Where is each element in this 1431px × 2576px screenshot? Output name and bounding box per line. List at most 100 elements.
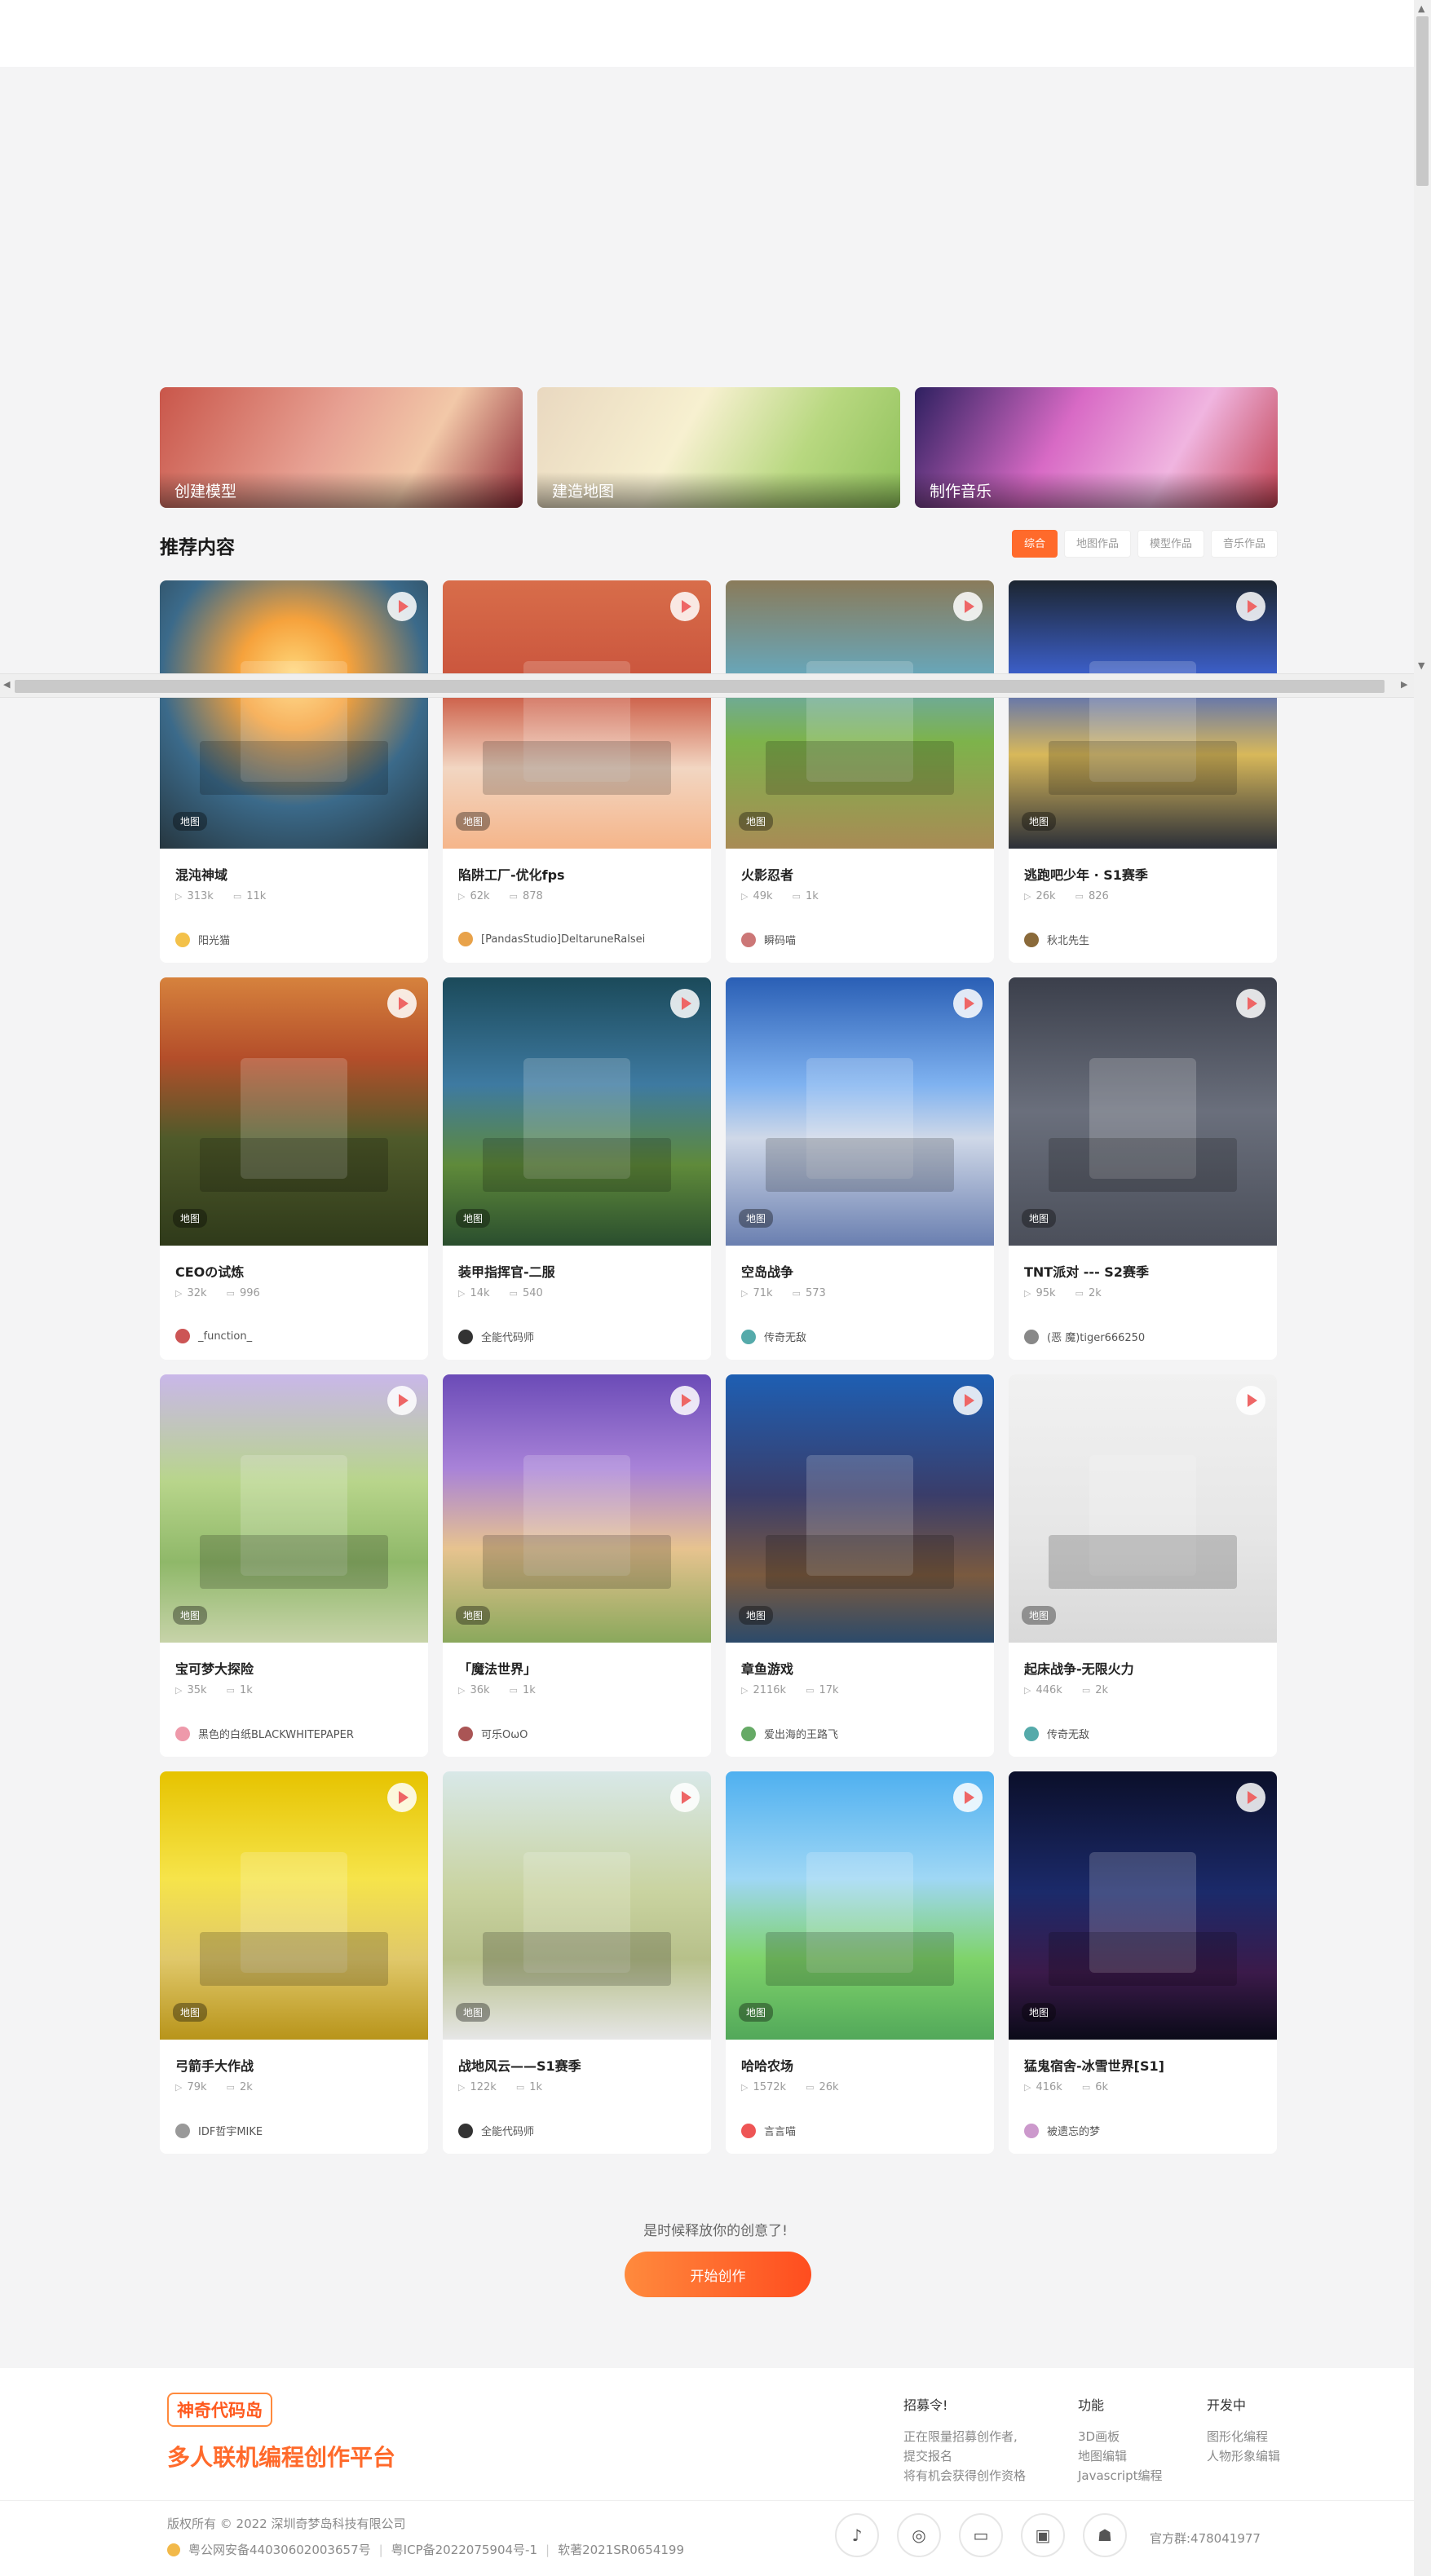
card-author[interactable]: _function_ bbox=[175, 1329, 252, 1343]
card-title[interactable]: 章鱼游戏 bbox=[741, 1658, 793, 1678]
card-thumbnail[interactable]: 地图 bbox=[160, 1374, 428, 1643]
content-card[interactable]: 地图 陷阱工厂-优化fps ▷ 62k ▭ 878 [PandasStudio]… bbox=[443, 580, 711, 963]
play-icon[interactable] bbox=[953, 1783, 983, 1812]
content-card[interactable]: 地图 TNT派对 --- S2赛季 ▷ 95k ▭ 2k (恶 魔)tiger6… bbox=[1009, 977, 1277, 1360]
card-title[interactable]: 火影忍者 bbox=[741, 864, 793, 884]
card-author[interactable]: 爱出海的王路飞 bbox=[741, 1726, 838, 1741]
card-thumbnail[interactable]: 地图 bbox=[443, 977, 711, 1246]
play-icon[interactable] bbox=[387, 1386, 417, 1415]
play-icon[interactable] bbox=[1236, 592, 1265, 621]
footer-link[interactable]: 图形化编程 bbox=[1207, 2427, 1280, 2446]
qq-penguin-icon[interactable]: ☗ bbox=[1083, 2513, 1127, 2557]
card-author[interactable]: 传奇无敌 bbox=[1024, 1726, 1089, 1741]
card-title[interactable]: 逃跑吧少年 · S1赛季 bbox=[1024, 864, 1148, 884]
filter-tab-models[interactable]: 模型作品 bbox=[1137, 530, 1205, 558]
chat-bubble-icon[interactable]: ▭ bbox=[959, 2513, 1003, 2557]
content-card[interactable]: 地图 空岛战争 ▷ 71k ▭ 573 传奇无敌 bbox=[726, 977, 994, 1360]
card-thumbnail[interactable]: 地图 bbox=[160, 1771, 428, 2040]
card-title[interactable]: 装甲指挥官-二服 bbox=[458, 1261, 555, 1281]
play-icon[interactable] bbox=[670, 592, 700, 621]
card-title[interactable]: 「魔法世界」 bbox=[458, 1658, 537, 1678]
card-thumbnail[interactable]: 地图 bbox=[726, 977, 994, 1246]
play-icon[interactable] bbox=[953, 592, 983, 621]
qq-group-number[interactable]: 官方群:478041977 bbox=[1150, 2530, 1261, 2547]
start-creating-button[interactable]: 开始创作 bbox=[625, 2252, 811, 2297]
footer-link[interactable]: 地图编辑 bbox=[1078, 2446, 1162, 2466]
play-icon[interactable] bbox=[670, 989, 700, 1018]
wechat-icon[interactable]: ◎ bbox=[897, 2513, 941, 2557]
filter-tab-maps[interactable]: 地图作品 bbox=[1064, 530, 1132, 558]
card-thumbnail[interactable]: 地图 bbox=[726, 1771, 994, 2040]
card-author[interactable]: [PandasStudio]DeltaruneRalsei bbox=[458, 932, 645, 946]
card-title[interactable]: 混沌神域 bbox=[175, 864, 227, 884]
build-map-banner[interactable]: 建造地图 bbox=[537, 387, 900, 508]
content-card[interactable]: 地图 宝可梦大探险 ▷ 35k ▭ 1k 黑色的白纸BLACKWHITEPAPE… bbox=[160, 1374, 428, 1757]
play-icon[interactable] bbox=[387, 592, 417, 621]
card-author[interactable]: 全能代码师 bbox=[458, 2123, 534, 2138]
card-thumbnail[interactable]: 地图 bbox=[1009, 580, 1277, 849]
content-card[interactable]: 地图 装甲指挥官-二服 ▷ 14k ▭ 540 全能代码师 bbox=[443, 977, 711, 1360]
card-thumbnail[interactable]: 地图 bbox=[1009, 1374, 1277, 1643]
play-icon[interactable] bbox=[387, 1783, 417, 1812]
scroll-right-arrow-icon[interactable]: ▶ bbox=[1401, 679, 1407, 690]
play-icon[interactable] bbox=[1236, 1783, 1265, 1812]
play-icon[interactable] bbox=[1236, 1386, 1265, 1415]
footer-link[interactable]: Javascript编程 bbox=[1078, 2466, 1162, 2486]
card-thumbnail[interactable]: 地图 bbox=[443, 1771, 711, 2040]
card-title[interactable]: 起床战争-无限火力 bbox=[1024, 1658, 1134, 1678]
content-card[interactable]: 地图 起床战争-无限火力 ▷ 446k ▭ 2k 传奇无敌 bbox=[1009, 1374, 1277, 1757]
card-thumbnail[interactable]: 地图 bbox=[160, 580, 428, 849]
police-record[interactable]: 粤公网安备44030602003657号 bbox=[188, 2541, 371, 2558]
content-card[interactable]: 地图 逃跑吧少年 · S1赛季 ▷ 26k ▭ 826 秋北先生 bbox=[1009, 580, 1277, 963]
vertical-scrollbar[interactable]: ▲ ▼ bbox=[1414, 0, 1431, 2576]
card-thumbnail[interactable]: 地图 bbox=[160, 977, 428, 1246]
play-icon[interactable] bbox=[1236, 989, 1265, 1018]
play-icon[interactable] bbox=[953, 1386, 983, 1415]
card-author[interactable]: 秋北先生 bbox=[1024, 932, 1089, 947]
card-title[interactable]: CEOの试炼 bbox=[175, 1261, 244, 1281]
card-title[interactable]: 弓箭手大作战 bbox=[175, 2055, 254, 2075]
footer-link[interactable]: 提交报名 bbox=[903, 2446, 1026, 2466]
content-card[interactable]: 地图 猛鬼宿舍-冰雪世界[S1] ▷ 416k ▭ 6k 被遗忘的梦 bbox=[1009, 1771, 1277, 2154]
card-author[interactable]: 瞬码喵 bbox=[741, 932, 796, 947]
card-author[interactable]: 阳光猫 bbox=[175, 932, 230, 947]
card-thumbnail[interactable]: 地图 bbox=[726, 1374, 994, 1643]
card-author[interactable]: (恶 魔)tiger666250 bbox=[1024, 1329, 1145, 1344]
make-music-banner[interactable]: 制作音乐 bbox=[915, 387, 1278, 508]
tiktok-icon[interactable]: ♪ bbox=[835, 2513, 879, 2557]
content-card[interactable]: 地图 章鱼游戏 ▷ 2116k ▭ 17k 爱出海的王路飞 bbox=[726, 1374, 994, 1757]
content-card[interactable]: 地图 战地风云——S1赛季 ▷ 122k ▭ 1k 全能代码师 bbox=[443, 1771, 711, 2154]
footer-link[interactable]: 人物形象编辑 bbox=[1207, 2446, 1280, 2466]
horizontal-scroll-thumb[interactable] bbox=[15, 680, 1385, 693]
content-card[interactable]: 地图 弓箭手大作战 ▷ 79k ▭ 2k IDF哲宇MIKE bbox=[160, 1771, 428, 2154]
card-thumbnail[interactable]: 地图 bbox=[1009, 977, 1277, 1246]
card-thumbnail[interactable]: 地图 bbox=[443, 1374, 711, 1643]
vertical-scroll-thumb[interactable] bbox=[1416, 16, 1429, 186]
footer-link[interactable]: 正在限量招募创作者, bbox=[903, 2427, 1026, 2446]
card-thumbnail[interactable]: 地图 bbox=[1009, 1771, 1277, 2040]
footer-link[interactable]: 3D画板 bbox=[1078, 2427, 1162, 2446]
play-icon[interactable] bbox=[387, 989, 417, 1018]
play-icon[interactable] bbox=[953, 989, 983, 1018]
card-author[interactable]: 全能代码师 bbox=[458, 1329, 534, 1344]
scroll-down-arrow-icon[interactable]: ▼ bbox=[1418, 660, 1424, 671]
card-title[interactable]: 空岛战争 bbox=[741, 1261, 793, 1281]
content-card[interactable]: 地图 「魔法世界」 ▷ 36k ▭ 1k 可乐OωO bbox=[443, 1374, 711, 1757]
play-icon[interactable] bbox=[670, 1386, 700, 1415]
scroll-up-arrow-icon[interactable]: ▲ bbox=[1418, 3, 1424, 14]
card-thumbnail[interactable]: 地图 bbox=[443, 580, 711, 849]
content-card[interactable]: 地图 哈哈农场 ▷ 1572k ▭ 26k 言言喵 bbox=[726, 1771, 994, 2154]
filter-tab-all[interactable]: 综合 bbox=[1012, 530, 1058, 558]
create-model-banner[interactable]: 创建模型 bbox=[160, 387, 523, 508]
content-card[interactable]: 地图 混沌神域 ▷ 313k ▭ 11k 阳光猫 bbox=[160, 580, 428, 963]
card-author[interactable]: 传奇无敌 bbox=[741, 1329, 806, 1344]
card-author[interactable]: 被遗忘的梦 bbox=[1024, 2123, 1100, 2138]
card-author[interactable]: IDF哲宇MIKE bbox=[175, 2123, 263, 2138]
card-author[interactable]: 黑色的白纸BLACKWHITEPAPER bbox=[175, 1726, 354, 1741]
icp-record[interactable]: 粤ICP备2022075904号-1 bbox=[391, 2541, 537, 2558]
footer-link[interactable]: 将有机会获得创作资格 bbox=[903, 2466, 1026, 2486]
card-title[interactable]: TNT派对 --- S2赛季 bbox=[1024, 1261, 1149, 1281]
card-thumbnail[interactable]: 地图 bbox=[726, 580, 994, 849]
content-card[interactable]: 地图 火影忍者 ▷ 49k ▭ 1k 瞬码喵 bbox=[726, 580, 994, 963]
card-title[interactable]: 猛鬼宿舍-冰雪世界[S1] bbox=[1024, 2055, 1164, 2075]
